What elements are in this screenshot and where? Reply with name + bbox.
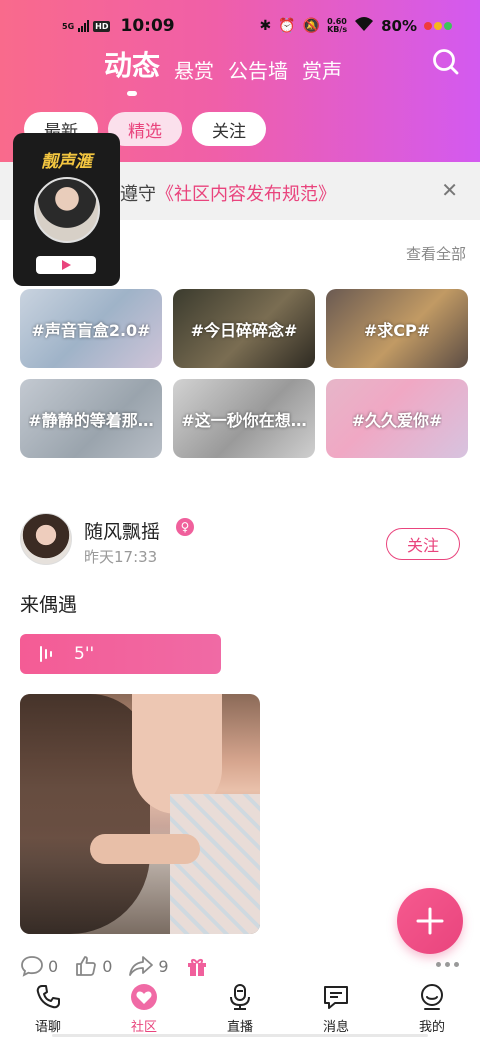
bottom-nav: 语聊 社区 直播 消息 我的 xyxy=(0,980,480,1040)
nav-label: 消息 xyxy=(322,1020,349,1035)
hd-badge: HD xyxy=(93,20,111,32)
alarm-icon: ⏰ xyxy=(278,18,296,34)
gift-button[interactable] xyxy=(185,954,209,978)
nav-community[interactable]: 社区 xyxy=(96,980,192,1040)
nav-label: 语聊 xyxy=(34,1020,61,1035)
topic-card[interactable]: #这一秒你在想… xyxy=(173,379,315,458)
share-count: 9 xyxy=(158,956,169,976)
topic-card[interactable]: #久久爱你# xyxy=(326,379,468,458)
topic-card[interactable]: #静静的等着那… xyxy=(20,379,162,458)
gift-icon xyxy=(187,959,206,976)
mute-icon: 🔕 xyxy=(302,18,321,34)
topic-label: #求CP# xyxy=(363,320,431,340)
comment-button[interactable]: 0 xyxy=(20,954,58,978)
battery-level: 80% xyxy=(381,17,417,35)
tab-bulletin[interactable]: 公告墙 xyxy=(228,55,288,84)
nav-live[interactable]: 直播 xyxy=(192,980,288,1040)
topic-label: #今日碎碎念# xyxy=(190,320,298,340)
avatar[interactable] xyxy=(20,513,72,565)
tab-dynamic[interactable]: 动态 xyxy=(104,44,160,84)
like-count: 0 xyxy=(102,956,113,976)
play-button[interactable] xyxy=(36,256,96,274)
like-button[interactable]: 0 xyxy=(74,954,112,978)
heart-icon xyxy=(131,984,157,1010)
voice-duration: 5'' xyxy=(74,644,95,664)
message-icon xyxy=(324,986,348,1009)
more-icon[interactable] xyxy=(436,962,459,967)
post-user-name[interactable]: 随风飘摇 xyxy=(84,517,160,544)
main-tabs: 动态 悬赏 公告墙 赏声 xyxy=(104,44,342,84)
search-icon[interactable] xyxy=(432,48,460,76)
tab-reward-voice[interactable]: 赏声 xyxy=(302,55,342,84)
subtab-following[interactable]: 关注 xyxy=(192,112,266,146)
share-button[interactable]: 9 xyxy=(128,954,169,978)
bluetooth-icon: ✱ xyxy=(259,18,272,34)
post-photo[interactable] xyxy=(20,694,260,934)
tab-bounty[interactable]: 悬赏 xyxy=(174,55,214,84)
nav-voice-chat[interactable]: 语聊 xyxy=(0,980,96,1040)
nav-messages[interactable]: 消息 xyxy=(288,980,384,1040)
nav-label: 社区 xyxy=(130,1020,157,1035)
notice-prefix: 遵守 xyxy=(120,184,156,205)
voice-message[interactable]: 5'' xyxy=(20,634,221,674)
share-icon xyxy=(129,956,154,976)
promo-title: 靓声滙 xyxy=(41,152,92,172)
comment-count: 0 xyxy=(48,956,59,976)
topic-label: #这一秒你在想… xyxy=(181,410,307,430)
thumbs-up-icon xyxy=(76,956,97,976)
floating-promo-card[interactable]: 靓声滙 xyxy=(13,133,120,286)
create-post-button[interactable] xyxy=(397,888,463,954)
voice-wave-icon xyxy=(40,646,52,662)
nav-me[interactable]: 我的 xyxy=(384,980,480,1040)
view-all-link[interactable]: 查看全部 xyxy=(406,243,466,264)
topic-label: #久久爱你# xyxy=(351,410,443,430)
network-type: 5G xyxy=(62,21,75,31)
net-speed-unit: KB/s xyxy=(327,25,348,34)
status-time: 10:09 xyxy=(120,16,175,36)
female-icon: ♀ xyxy=(176,518,194,536)
post-time: 昨天17:33 xyxy=(84,548,158,566)
play-icon xyxy=(61,260,71,270)
color-dots-icon xyxy=(424,22,452,30)
plus-icon xyxy=(416,907,444,935)
post-actions: 0 0 9 xyxy=(20,954,225,978)
promo-avatar xyxy=(34,177,100,243)
nav-label: 直播 xyxy=(226,1020,253,1035)
profile-icon xyxy=(421,984,443,1010)
close-icon[interactable]: ✕ xyxy=(441,178,458,202)
topic-label: #静静的等着那… xyxy=(28,410,154,430)
microphone-icon xyxy=(230,984,250,1010)
signal-icon xyxy=(78,20,90,32)
post-text: 来偶遇 xyxy=(20,594,78,616)
topic-card[interactable]: #今日碎碎念# xyxy=(173,289,315,368)
topic-label: #声音盲盒2.0# xyxy=(31,320,151,340)
phone-icon xyxy=(36,985,60,1009)
home-indicator[interactable] xyxy=(52,1034,428,1037)
status-bar: 5G HD 10:09 ✱ ⏰ 🔕 0.60 KB/s 80% xyxy=(0,12,480,40)
comment-icon xyxy=(21,956,43,977)
topic-card[interactable]: #声音盲盒2.0# xyxy=(20,289,162,368)
topic-grid: #声音盲盒2.0# #今日碎碎念# #求CP# #静静的等着那… #这一秒你在想… xyxy=(20,289,469,458)
topic-card[interactable]: #求CP# xyxy=(326,289,468,368)
follow-button[interactable]: 关注 xyxy=(386,528,460,560)
nav-label: 我的 xyxy=(418,1020,445,1035)
notice-rules-link[interactable]: 《社区内容发布规范》 xyxy=(156,184,336,205)
wifi-icon xyxy=(354,16,374,36)
